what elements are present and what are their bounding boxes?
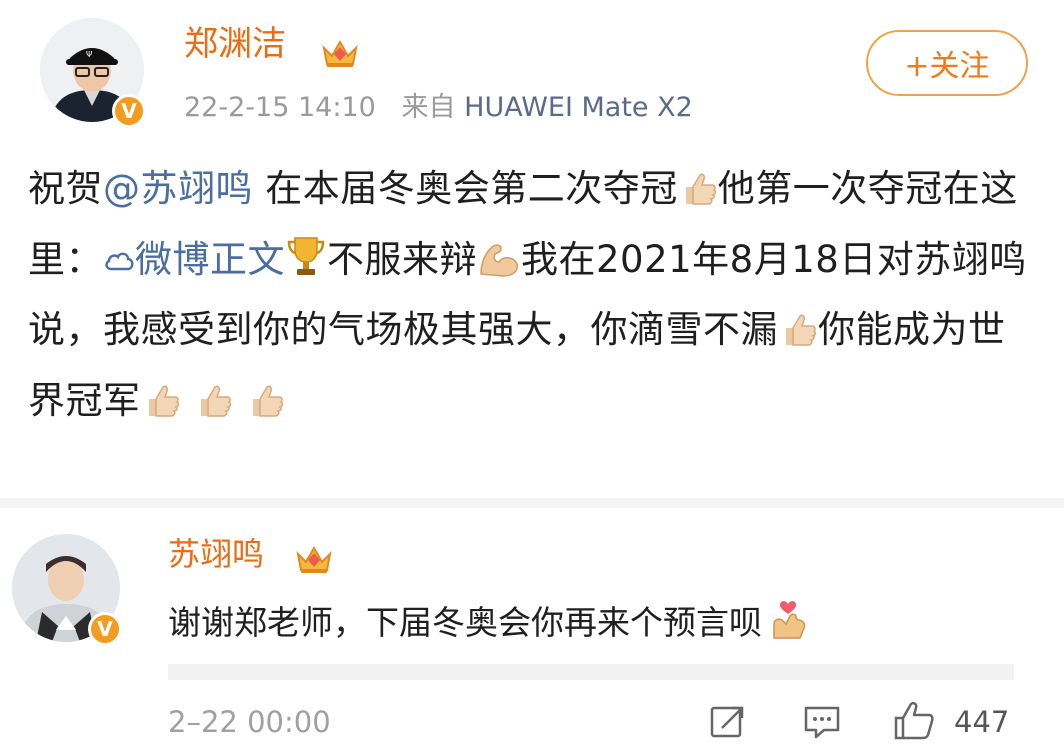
verified-badge-icon: V xyxy=(112,94,146,128)
trophy-icon xyxy=(285,234,327,300)
flexed-biceps-icon xyxy=(477,237,521,300)
post-meta: 22-2-15 14:10 来自 HUAWEI Mate X2 xyxy=(184,92,693,124)
thumbs-up-icon xyxy=(193,378,233,441)
comment-separator xyxy=(168,664,1014,680)
thumbs-up-icon xyxy=(778,307,818,370)
thumbs-up-icon xyxy=(141,378,181,441)
comment-author-name[interactable]: 苏翊鸣 xyxy=(168,534,264,574)
comment-timestamp: 2–22 00:00 xyxy=(168,705,331,739)
post-source-prefix: 来自 xyxy=(401,92,456,123)
post-body: 祝贺@苏翊鸣 在本届冬奥会第二次夺冠 他第一次夺冠在这里： 微博正文 不服来辩 我在20… xyxy=(28,158,1038,440)
svg-text:Ψ: Ψ xyxy=(86,50,92,59)
post-device[interactable]: HUAWEI Mate X2 xyxy=(464,92,693,123)
mention-link[interactable]: @苏翊鸣 xyxy=(103,167,253,210)
post-author-avatar[interactable]: Ψ V xyxy=(40,18,146,128)
post-author-name[interactable]: 郑渊洁 xyxy=(184,24,286,64)
comment-author-avatar[interactable]: V xyxy=(12,534,122,646)
post-timestamp: 22-2-15 14:10 xyxy=(184,92,376,123)
thumbs-up-icon xyxy=(678,166,718,229)
crown-icon xyxy=(322,39,358,67)
comment-text: 谢谢郑老师，下届冬奥会你再来个预言呗 xyxy=(168,598,812,653)
share-icon[interactable] xyxy=(708,702,748,742)
verified-badge-icon: V xyxy=(88,612,122,646)
comment-icon[interactable] xyxy=(802,702,842,742)
section-divider xyxy=(0,498,1064,508)
weibo-body-link[interactable]: 微博正文 xyxy=(103,238,285,281)
follow-button[interactable]: +关注 xyxy=(866,30,1028,96)
like-count: 447 xyxy=(954,705,1010,739)
like-icon[interactable] xyxy=(892,700,936,742)
thumbs-up-icon xyxy=(245,378,285,441)
heart-hands-icon xyxy=(768,598,812,653)
crown-icon xyxy=(296,545,332,573)
